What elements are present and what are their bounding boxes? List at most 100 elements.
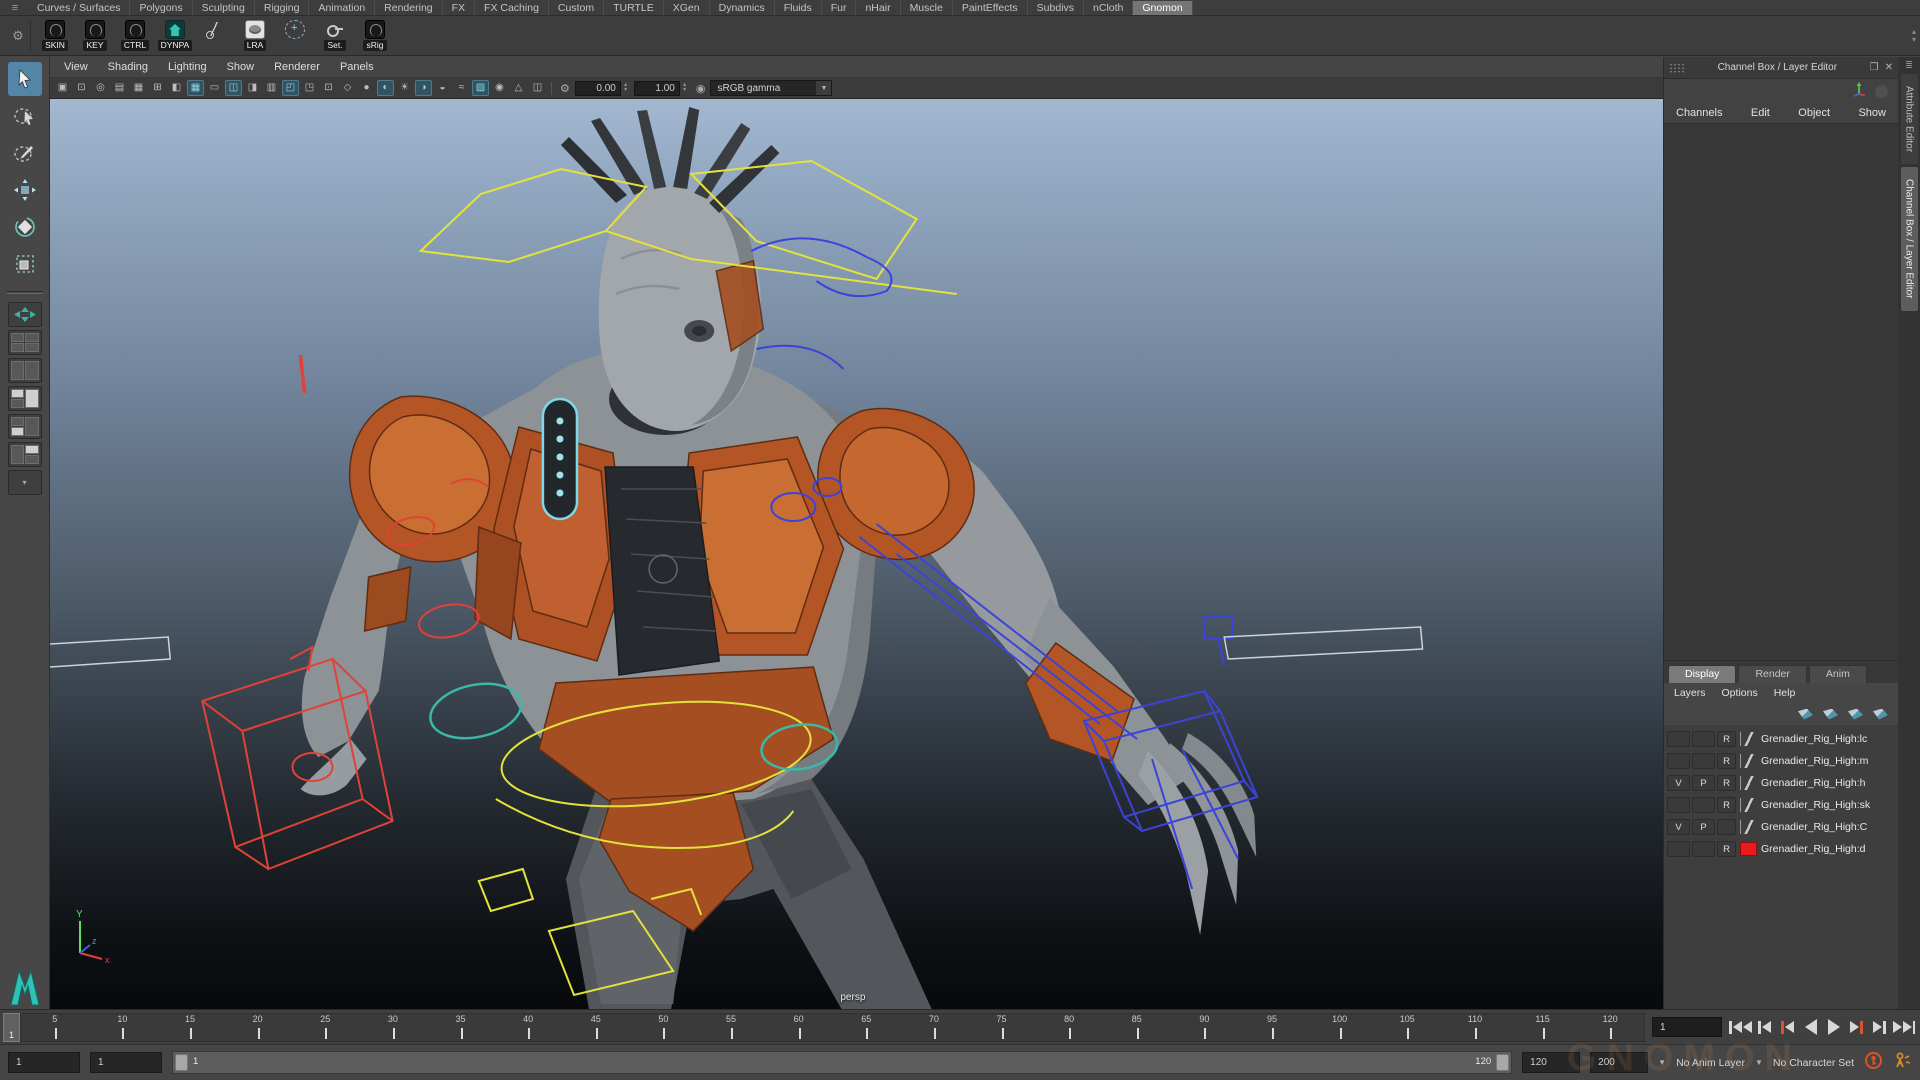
use-all-lights-icon[interactable]: ☀: [396, 80, 413, 96]
multisampling-icon[interactable]: ▨: [472, 80, 489, 96]
character-set-selector[interactable]: No Character Set: [1773, 1057, 1854, 1069]
safe-action-icon[interactable]: ◰: [282, 80, 299, 96]
layer-row[interactable]: V P R Grenadier_Rig_High:h: [1664, 772, 1898, 793]
chevron-down-icon[interactable]: ▼: [1658, 1058, 1666, 1067]
rotate-tool-icon[interactable]: [8, 210, 42, 244]
layer-render-toggle[interactable]: R: [1717, 753, 1736, 769]
layer-render-toggle[interactable]: R: [1717, 775, 1736, 791]
shelf-tab[interactable]: FX: [443, 1, 475, 15]
viewport-canvas[interactable]: Y x z persp: [50, 99, 1663, 1009]
shelf-tab[interactable]: TURTLE: [604, 1, 664, 15]
shelf-tab[interactable]: Polygons: [130, 1, 192, 15]
viewport-menu[interactable]: View: [64, 61, 88, 73]
close-icon[interactable]: ✕: [1885, 62, 1893, 73]
move-layer-up-icon[interactable]: [1798, 709, 1813, 720]
go-to-start-button[interactable]: [1729, 1016, 1752, 1038]
animation-preferences-icon[interactable]: [1893, 1051, 1912, 1075]
shelf-scroll-arrows[interactable]: ▴▾: [1912, 28, 1916, 44]
scale-tool-icon[interactable]: [8, 247, 42, 281]
viewport-menu[interactable]: Show: [227, 61, 255, 73]
shelf-button[interactable]: [195, 20, 235, 51]
gamma-field[interactable]: 1.00: [634, 81, 680, 96]
layer-color-swatch[interactable]: [1740, 776, 1757, 790]
step-forward-key-button[interactable]: [1847, 1016, 1867, 1038]
shelf-button[interactable]: LRA: [235, 20, 275, 51]
step-forward-frame-button[interactable]: [1870, 1016, 1890, 1038]
lock-camera-icon[interactable]: ⊡: [73, 80, 90, 96]
layout-pane-outliner-button[interactable]: [8, 358, 42, 383]
channel-box-menu[interactable]: Channels: [1676, 107, 1722, 119]
move-layer-down-icon[interactable]: [1823, 709, 1838, 720]
shelf-tab[interactable]: Dynamics: [710, 1, 775, 15]
animation-end-field[interactable]: 200: [1590, 1052, 1648, 1073]
shelf-tab[interactable]: Rendering: [375, 1, 442, 15]
layer-playback-toggle[interactable]: [1692, 797, 1715, 813]
layer-visibility-toggle[interactable]: [1667, 753, 1690, 769]
layer-editor-tab[interactable]: Render: [1738, 665, 1806, 683]
layer-name[interactable]: Grenadier_Rig_High:C: [1761, 821, 1867, 833]
depth-of-field-icon[interactable]: ◉: [491, 80, 508, 96]
shaded-icon[interactable]: ●: [358, 80, 375, 96]
current-frame-marker[interactable]: 1: [3, 1013, 20, 1042]
safe-title-icon[interactable]: ◳: [301, 80, 318, 96]
shelf-tab[interactable]: nCloth: [1084, 1, 1133, 15]
screen-space-ao-icon[interactable]: ◒: [434, 80, 451, 96]
image-plane-icon[interactable]: ▦: [130, 80, 147, 96]
layer-visibility-toggle[interactable]: [1667, 731, 1690, 747]
playback-end-field[interactable]: 120: [1522, 1052, 1580, 1073]
gear-icon[interactable]: ⚙: [6, 28, 30, 44]
shelf-tab[interactable]: Animation: [309, 1, 375, 15]
layout-pane-hypergraph-button[interactable]: [8, 414, 42, 439]
layer-editor-tab[interactable]: Anim: [1809, 665, 1867, 683]
display-settings-gear-icon[interactable]: ⚙: [560, 82, 570, 95]
layer-color-swatch[interactable]: [1740, 842, 1757, 856]
shelf-tab[interactable]: Subdivs: [1028, 1, 1084, 15]
layer-row[interactable]: R Grenadier_Rig_High:sk: [1664, 794, 1898, 815]
channel-list-empty[interactable]: [1664, 123, 1898, 661]
two-d-pan-zoom-icon[interactable]: ⊞: [149, 80, 166, 96]
shelf-tab[interactable]: Gnomon: [1133, 1, 1192, 15]
layer-render-toggle[interactable]: [1717, 819, 1736, 835]
layout-pane-persp-button[interactable]: [8, 442, 42, 467]
film-gate-icon[interactable]: ▭: [206, 80, 223, 96]
panel-side-tab[interactable]: Attribute Editor: [1901, 74, 1918, 164]
panel-side-tab[interactable]: Channel Box / Layer Editor: [1901, 167, 1918, 311]
go-to-end-button[interactable]: [1893, 1016, 1916, 1038]
animation-start-field[interactable]: 1: [8, 1052, 80, 1073]
range-end-handle[interactable]: [1496, 1054, 1509, 1071]
textured-icon[interactable]: ◐: [377, 80, 394, 96]
bookmarks-icon[interactable]: ▤: [111, 80, 128, 96]
layer-editor-tab[interactable]: Display: [1668, 665, 1736, 683]
shelf-button[interactable]: KEY: [75, 20, 115, 51]
layer-playback-toggle[interactable]: [1692, 753, 1715, 769]
shadows-icon[interactable]: ◑: [415, 80, 432, 96]
layer-row[interactable]: V P Grenadier_Rig_High:C: [1664, 816, 1898, 837]
layer-row[interactable]: R Grenadier_Rig_High:lc: [1664, 728, 1898, 749]
manipulator-axis-icon[interactable]: [1851, 81, 1867, 102]
layer-color-swatch[interactable]: [1740, 732, 1757, 746]
channel-box-menu[interactable]: Object: [1798, 107, 1830, 119]
layer-visibility-toggle[interactable]: [1667, 797, 1690, 813]
shelf-tab[interactable]: nHair: [856, 1, 900, 15]
layer-render-toggle[interactable]: R: [1717, 797, 1736, 813]
new-empty-layer-icon[interactable]: [1848, 709, 1863, 720]
layer-render-toggle[interactable]: R: [1717, 731, 1736, 747]
drag-grip-icon[interactable]: [1669, 63, 1685, 73]
step-back-frame-button[interactable]: [1755, 1016, 1775, 1038]
play-forwards-button[interactable]: [1824, 1016, 1844, 1038]
channel-box-menu[interactable]: Edit: [1751, 107, 1770, 119]
time-slider-track[interactable]: 5 10 15 20 25 30 35: [20, 1013, 1645, 1042]
shelf-button[interactable]: Set.: [315, 20, 355, 51]
layer-name[interactable]: Grenadier_Rig_High:lc: [1761, 733, 1867, 745]
field-chart-icon[interactable]: ▥: [263, 80, 280, 96]
step-back-key-button[interactable]: [1778, 1016, 1798, 1038]
shelf-tab[interactable]: Fluids: [775, 1, 822, 15]
shelf-tab[interactable]: Fur: [822, 1, 857, 15]
layer-editor-menu[interactable]: Help: [1774, 687, 1796, 699]
shelf-tab[interactable]: XGen: [664, 1, 710, 15]
wireframe-icon[interactable]: ◇: [339, 80, 356, 96]
shelf-tab[interactable]: FX Caching: [475, 1, 549, 15]
gamma-spinner[interactable]: ▲▼: [682, 83, 691, 93]
layer-editor-menu[interactable]: Layers: [1674, 687, 1706, 699]
layer-color-swatch[interactable]: [1740, 798, 1757, 812]
